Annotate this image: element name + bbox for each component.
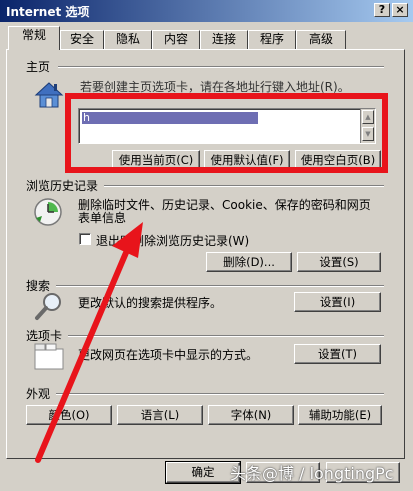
tabs-section-description: 更改网页在选项卡中显示的方式。 (78, 348, 259, 362)
history-description-line2: 表单信息 (78, 211, 127, 225)
use-blank-button[interactable]: 使用空白页(B) (295, 150, 381, 170)
use-default-button[interactable]: 使用默认值(F) (204, 150, 290, 170)
magnifier-icon (35, 293, 61, 320)
languages-button[interactable]: 语言(L) (117, 405, 203, 425)
fonts-button[interactable]: 字体(N) (208, 405, 294, 425)
history-divider (104, 185, 384, 187)
history-heading: 浏览历史记录 (26, 179, 99, 193)
homepage-description: 若要创建主页选项卡，请在各地址行键入地址(R)。 (80, 80, 350, 94)
tabs-section-divider (68, 335, 384, 337)
homepage-address-input[interactable]: h ▲ ▼ (78, 108, 376, 144)
search-description: 更改默认的搜索提供程序。 (78, 296, 223, 310)
history-settings-button[interactable]: 设置(S) (297, 252, 381, 272)
home-icon (34, 82, 64, 108)
colors-button[interactable]: 颜色(O) (26, 405, 112, 425)
appearance-divider (56, 393, 384, 395)
scroll-up-icon[interactable]: ▲ (362, 110, 374, 124)
tabs-window-icon (34, 343, 64, 370)
address-selection-highlight (82, 112, 258, 124)
scroll-down-icon[interactable]: ▼ (362, 127, 374, 141)
search-settings-button[interactable]: 设置(I) (294, 292, 381, 312)
delete-history-button[interactable]: 删除(D)... (206, 252, 292, 272)
use-current-button[interactable]: 使用当前页(C) (112, 150, 200, 170)
watermark-text: 头条@博 / longtingPc (230, 464, 394, 483)
tabs-settings-button[interactable]: 设置(T) (294, 344, 381, 364)
homepage-heading: 主页 (26, 60, 51, 74)
accessibility-button[interactable]: 辅助功能(E) (298, 405, 382, 425)
delete-on-exit-checkbox[interactable] (79, 233, 91, 245)
delete-on-exit-label: 退出时删除浏览历史记录(W) (96, 234, 250, 248)
homepage-address-text: h (83, 111, 90, 124)
appearance-heading: 外观 (26, 387, 51, 401)
address-scrollbar[interactable]: ▲ ▼ (360, 109, 375, 143)
homepage-divider (58, 66, 384, 68)
search-divider (56, 285, 384, 287)
history-clock-icon (34, 198, 62, 226)
ok-button[interactable]: 确定 (166, 462, 240, 483)
